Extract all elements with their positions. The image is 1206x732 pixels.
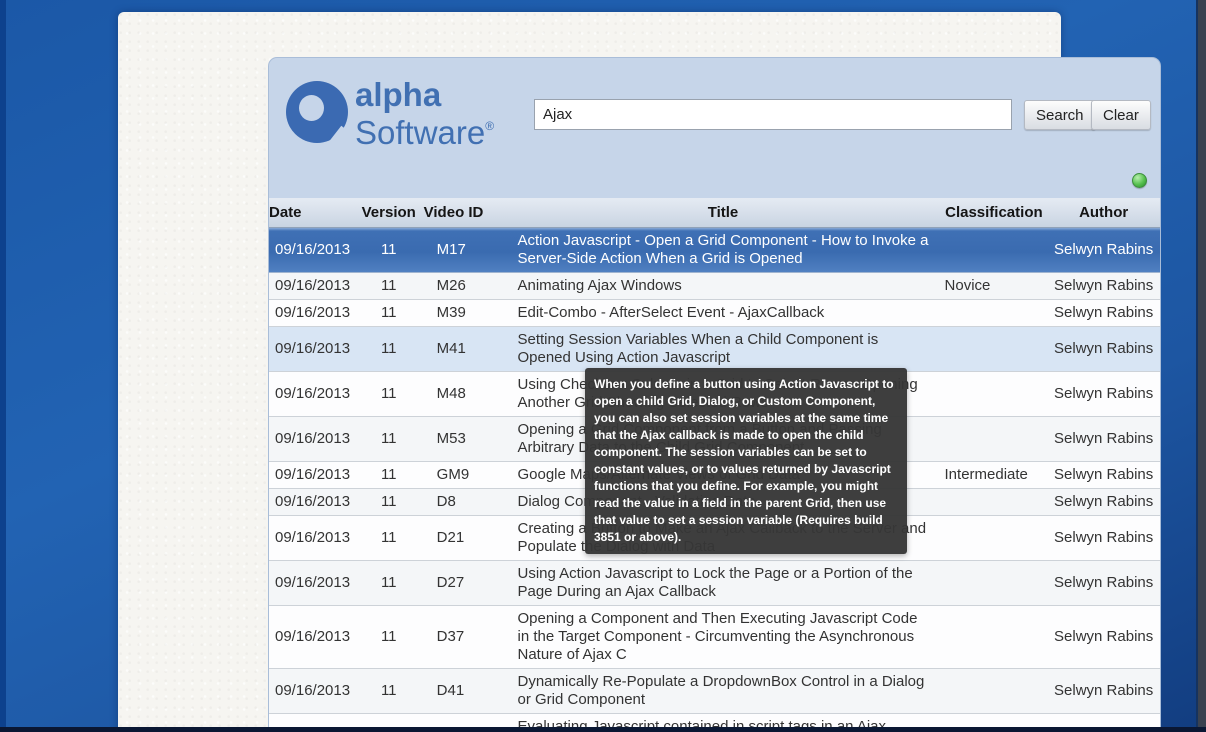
cell-title: Edit-Combo - AfterSelect Event - AjaxCal…	[513, 300, 940, 326]
cell-classification	[941, 246, 1048, 254]
cell-classification	[941, 498, 1048, 506]
cell-classification: Novice	[941, 273, 1048, 299]
cell-video_id: M48	[424, 381, 514, 407]
cell-author: Selwyn Rabins	[1047, 624, 1160, 650]
cell-video_id: GM9	[424, 462, 514, 488]
cell-date: 09/16/2013	[269, 525, 354, 551]
logo-text: alpha Software®	[355, 79, 494, 149]
column-header-version[interactable]: Version	[354, 198, 424, 228]
table-row[interactable]: 09/16/201311D41Dynamically Re-Populate a…	[269, 669, 1160, 714]
cell-video_id: M17	[424, 237, 514, 263]
clear-button[interactable]: Clear	[1091, 100, 1151, 130]
table-row[interactable]: 09/16/201311M41Setting Session Variables…	[269, 327, 1160, 372]
cell-title: Using Action Javascript to Lock the Page…	[513, 561, 940, 605]
cell-date: 09/16/2013	[269, 462, 354, 488]
cell-date: 09/16/2013	[269, 336, 354, 362]
column-header-classification[interactable]: Classification	[941, 198, 1048, 228]
cell-title: Opening a Component and Then Executing J…	[513, 606, 940, 668]
cell-video_id: D41	[424, 678, 514, 704]
cell-author: Selwyn Rabins	[1047, 273, 1160, 299]
cell-date: 09/16/2013	[269, 426, 354, 452]
table-row[interactable]: 09/16/201311D27Using Action Javascript t…	[269, 561, 1160, 606]
cell-version: 11	[354, 678, 424, 704]
logo-word-software: Software®	[355, 110, 494, 149]
table-header-row: DateVersionVideo IDTitleClassificationAu…	[269, 198, 1160, 228]
cell-classification	[941, 345, 1048, 353]
cell-author: Selwyn Rabins	[1047, 462, 1160, 488]
cell-version: 11	[354, 273, 424, 299]
cell-classification	[941, 435, 1048, 443]
cell-date: 09/16/2013	[269, 678, 354, 704]
window-left-edge	[0, 0, 6, 732]
table-row[interactable]: 09/16/201311M17Action Javascript - Open …	[269, 228, 1160, 273]
cell-video_id: D27	[424, 570, 514, 596]
column-header-author[interactable]: Author	[1047, 198, 1160, 228]
cell-date: 09/16/2013	[269, 273, 354, 299]
logo-word-alpha: alpha	[355, 79, 494, 110]
cell-video_id: M53	[424, 426, 514, 452]
cell-version: 11	[354, 336, 424, 362]
column-header-title[interactable]: Title	[513, 198, 940, 228]
cell-author: Selwyn Rabins	[1047, 426, 1160, 452]
table-row[interactable]: 09/16/201311M39Edit-Combo - AfterSelect …	[269, 300, 1160, 327]
cell-classification	[941, 309, 1048, 317]
cell-title: Setting Session Variables When a Child C…	[513, 327, 940, 371]
cell-version: 11	[354, 462, 424, 488]
registered-mark: ®	[485, 119, 494, 133]
table-row[interactable]: 09/16/201311D37Opening a Component and T…	[269, 606, 1160, 669]
cell-author: Selwyn Rabins	[1047, 678, 1160, 704]
cell-date: 09/16/2013	[269, 300, 354, 326]
column-header-video_id[interactable]: Video ID	[424, 198, 514, 228]
cell-author: Selwyn Rabins	[1047, 381, 1160, 407]
cell-video_id: D37	[424, 624, 514, 650]
cell-version: 11	[354, 624, 424, 650]
cell-classification: Intermediate	[941, 462, 1048, 488]
status-indicator-icon	[1132, 173, 1147, 188]
cell-author: Selwyn Rabins	[1047, 336, 1160, 362]
cell-title: Dynamically Re-Populate a DropdownBox Co…	[513, 669, 940, 713]
cell-date: 09/16/2013	[269, 237, 354, 263]
cell-date: 09/16/2013	[269, 381, 354, 407]
column-header-date[interactable]: Date	[269, 198, 354, 228]
cell-title: Action Javascript - Open a Grid Componen…	[513, 228, 940, 272]
cell-date: 09/16/2013	[269, 570, 354, 596]
cell-version: 11	[354, 237, 424, 263]
cell-version: 11	[354, 489, 424, 515]
cell-video_id: M39	[424, 300, 514, 326]
cell-author: Selwyn Rabins	[1047, 300, 1160, 326]
cell-classification	[941, 579, 1048, 587]
cell-video_id: M41	[424, 336, 514, 362]
cell-classification	[941, 687, 1048, 695]
app-header: alpha Software® Search Clear	[269, 58, 1160, 198]
cell-classification	[941, 534, 1048, 542]
cell-version: 11	[354, 381, 424, 407]
window-right-edge	[1196, 0, 1206, 732]
cell-classification	[941, 633, 1048, 641]
cell-classification	[941, 390, 1048, 398]
cell-version: 11	[354, 525, 424, 551]
cell-video_id: M26	[424, 273, 514, 299]
cell-date: 09/16/2013	[269, 489, 354, 515]
cell-title: Animating Ajax Windows	[513, 273, 940, 299]
cell-author: Selwyn Rabins	[1047, 489, 1160, 515]
alpha-software-logo: alpha Software®	[286, 79, 494, 149]
search-button[interactable]: Search	[1024, 100, 1096, 130]
cell-author: Selwyn Rabins	[1047, 525, 1160, 551]
cell-version: 11	[354, 570, 424, 596]
cell-version: 11	[354, 300, 424, 326]
cell-video_id: D21	[424, 525, 514, 551]
cell-version: 11	[354, 426, 424, 452]
table-row[interactable]: 09/16/201311M26Animating Ajax WindowsNov…	[269, 273, 1160, 300]
tooltip: When you define a button using Action Ja…	[585, 368, 907, 554]
cell-video_id: D8	[424, 489, 514, 515]
cell-author: Selwyn Rabins	[1047, 570, 1160, 596]
cell-date: 09/16/2013	[269, 624, 354, 650]
window-bottom-edge	[0, 727, 1206, 732]
search-input[interactable]	[534, 99, 1012, 130]
alpha-logo-icon	[286, 81, 348, 145]
cell-author: Selwyn Rabins	[1047, 237, 1160, 263]
